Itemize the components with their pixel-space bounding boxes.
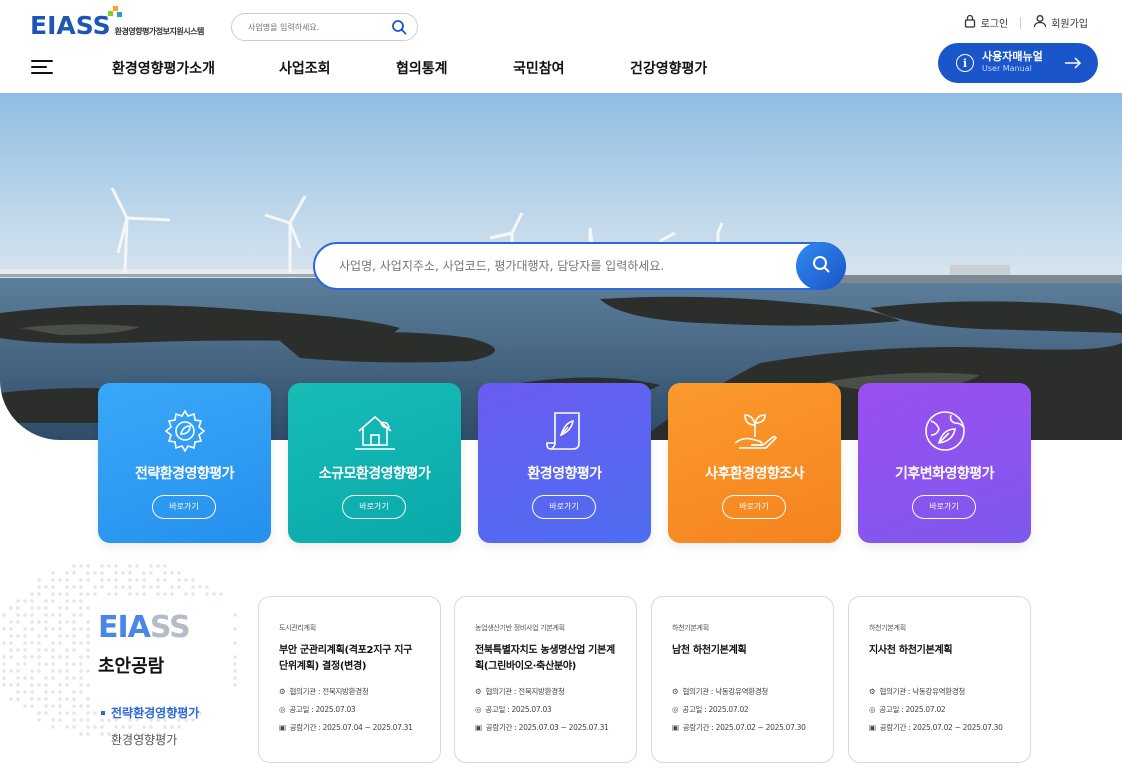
menu-icon[interactable] — [31, 60, 53, 75]
globe-leaf-icon — [921, 407, 969, 455]
card-eia[interactable]: 환경영향평가 바로가기 — [478, 383, 651, 543]
draft-card[interactable]: 농업생산기반 정비사업 기본계획 전북특별자치도 농생명산업 기본계획(그린바이… — [454, 596, 637, 763]
draft-category: 도시관리계획 — [279, 624, 316, 632]
draft-title: 지사천 하천기본계획 — [869, 645, 953, 656]
draft-notice-date: ◎ 공고일 : 2025.07.02 — [869, 701, 1010, 719]
info-icon: i — [956, 54, 974, 72]
check-circle-icon: ◎ — [869, 705, 876, 714]
user-manual-button[interactable]: i 사용자매뉴얼 User Manual — [938, 43, 1098, 83]
check-circle-icon: ◎ — [672, 705, 679, 714]
nav-item-eia-intro[interactable]: 환경영향평가소개 — [112, 58, 279, 78]
shortcut-button[interactable]: 바로가기 — [342, 495, 406, 519]
card-title: 사후환경영향조사 — [704, 466, 805, 482]
logo-mark-icon — [108, 6, 122, 18]
scroll-leaf-icon — [541, 407, 589, 455]
calendar-icon: ▣ — [475, 723, 482, 732]
shortcut-button[interactable]: 바로가기 — [912, 495, 976, 519]
section-title: 초안공람 — [98, 656, 165, 677]
hero-search-button[interactable] — [796, 242, 846, 290]
section-brand: EIASS — [98, 610, 191, 645]
calendar-icon: ▣ — [672, 723, 679, 732]
header-search-input[interactable] — [248, 22, 378, 32]
gear-icon: ⚙ — [869, 687, 876, 696]
category-cards: 전략환경영향평가 바로가기 소규모환경영향평가 바로가기 환경영향평가 바로가기… — [98, 383, 1031, 543]
lock-icon — [963, 14, 977, 31]
check-circle-icon: ◎ — [279, 705, 286, 714]
gear-icon: ⚙ — [475, 687, 482, 696]
card-title: 환경영향평가 — [527, 466, 602, 482]
draft-card[interactable]: 하천기본계획 지사천 하천기본계획 ⚙ 협의기관 : 낙동강유역환경청 ◎ 공고일 … — [848, 596, 1031, 763]
shortcut-button[interactable]: 바로가기 — [152, 495, 216, 519]
house-leaf-icon — [351, 407, 399, 455]
logo-text: EIASS — [30, 11, 111, 40]
draft-agency: ⚙ 협의기관 : 전북지방환경청 — [475, 683, 616, 701]
card-small-scale-eia[interactable]: 소규모환경영향평가 바로가기 — [288, 383, 461, 543]
site-logo[interactable]: EIASS 환경영향평가정보지원시스템 — [30, 6, 205, 40]
draft-category: 하천기본계획 — [672, 624, 709, 632]
tab-strategic-eia[interactable]: 전략환경영향평가 — [101, 704, 199, 721]
draft-period: ▣ 공람기간 : 2025.07.03 ~ 2025.07.31 — [475, 719, 616, 737]
gear-leaf-icon — [161, 407, 209, 455]
calendar-icon: ▣ — [869, 723, 876, 732]
draft-category: 농업생산기반 정비사업 기본계획 — [475, 624, 565, 632]
nav-item-participation[interactable]: 국민참여 — [513, 58, 630, 78]
draft-period: ▣ 공람기간 : 2025.07.04 ~ 2025.07.31 — [279, 719, 420, 737]
search-icon — [811, 254, 831, 278]
check-circle-icon: ◎ — [475, 705, 482, 714]
user-icon — [1033, 14, 1047, 31]
nav-item-health-assessment[interactable]: 건강영향평가 — [630, 58, 707, 78]
shortcut-button[interactable]: 바로가기 — [532, 495, 596, 519]
draft-period: ▣ 공람기간 : 2025.07.02 ~ 2025.07.30 — [869, 719, 1010, 737]
hero-search-bar — [313, 242, 846, 290]
draft-period: ▣ 공람기간 : 2025.07.02 ~ 2025.07.30 — [672, 719, 813, 737]
tab-eia[interactable]: 환경영향평가 — [111, 731, 177, 748]
nav-item-project-search[interactable]: 사업조회 — [279, 58, 396, 78]
draft-agency: ⚙ 협의기관 : 낙동강유역환경청 — [672, 683, 813, 701]
calendar-icon: ▣ — [279, 723, 286, 732]
draft-notice-date: ◎ 공고일 : 2025.07.03 — [475, 701, 616, 719]
draft-title: 전북특별자치도 농생명산업 기본계획(그린바이오·축산분야) — [475, 645, 615, 672]
main-nav: 환경영향평가소개 사업조회 협의통계 국민참여 건강영향평가 — [112, 58, 707, 78]
shortcut-button[interactable]: 바로가기 — [722, 495, 786, 519]
draft-card[interactable]: 하천기본계획 남천 하천기본계획 ⚙ 협의기관 : 낙동강유역환경청 ◎ 공고일 :… — [651, 596, 834, 763]
draft-card[interactable]: 도시관리계획 부안 군관리계획(격포2지구 지구단위계획) 결정(변경) ⚙ 협의… — [258, 596, 441, 763]
gear-icon: ⚙ — [672, 687, 679, 696]
draft-category: 하천기본계획 — [869, 624, 906, 632]
arrow-right-icon — [1064, 54, 1082, 76]
divider — [1020, 16, 1022, 29]
manual-title: 사용자매뉴얼 — [982, 50, 1043, 63]
logo-subtitle: 환경영향평가정보지원시스템 — [114, 27, 205, 36]
card-post-eia-survey[interactable]: 사후환경영향조사 바로가기 — [668, 383, 841, 543]
login-link[interactable]: 로그인 — [963, 14, 1009, 31]
card-climate-change-assessment[interactable]: 기후변화영향평가 바로가기 — [858, 383, 1031, 543]
utility-links: 로그인 회원가입 — [963, 14, 1088, 31]
draft-title: 부안 군관리계획(격포2지구 지구단위계획) 결정(변경) — [279, 645, 412, 672]
hand-sprout-icon — [731, 407, 779, 455]
draft-title: 남천 하천기본계획 — [672, 645, 747, 656]
card-strategic-eia[interactable]: 전략환경영향평가 바로가기 — [98, 383, 271, 543]
card-title: 소규모환경영향평가 — [318, 466, 431, 482]
login-label: 로그인 — [980, 19, 1009, 30]
page: EIASS 환경영향평가정보지원시스템 로그인 회원가입 환경영 — [0, 0, 1122, 776]
search-icon[interactable] — [391, 19, 407, 39]
hero-search-input[interactable] — [339, 259, 779, 273]
card-title: 기후변화영향평가 — [894, 466, 995, 482]
header-search — [231, 13, 418, 41]
manual-subtitle: User Manual — [982, 64, 1032, 73]
draft-notice-date: ◎ 공고일 : 2025.07.03 — [279, 701, 420, 719]
draft-agency: ⚙ 협의기관 : 전북지방환경청 — [279, 683, 420, 701]
gear-icon: ⚙ — [279, 687, 286, 696]
card-title: 전략환경영향평가 — [134, 466, 235, 482]
draft-agency: ⚙ 협의기관 : 낙동강유역환경청 — [869, 683, 1010, 701]
signup-link[interactable]: 회원가입 — [1033, 14, 1088, 31]
nav-item-statistics[interactable]: 협의통계 — [396, 58, 513, 78]
draft-notice-date: ◎ 공고일 : 2025.07.02 — [672, 701, 813, 719]
signup-label: 회원가입 — [1051, 19, 1088, 30]
